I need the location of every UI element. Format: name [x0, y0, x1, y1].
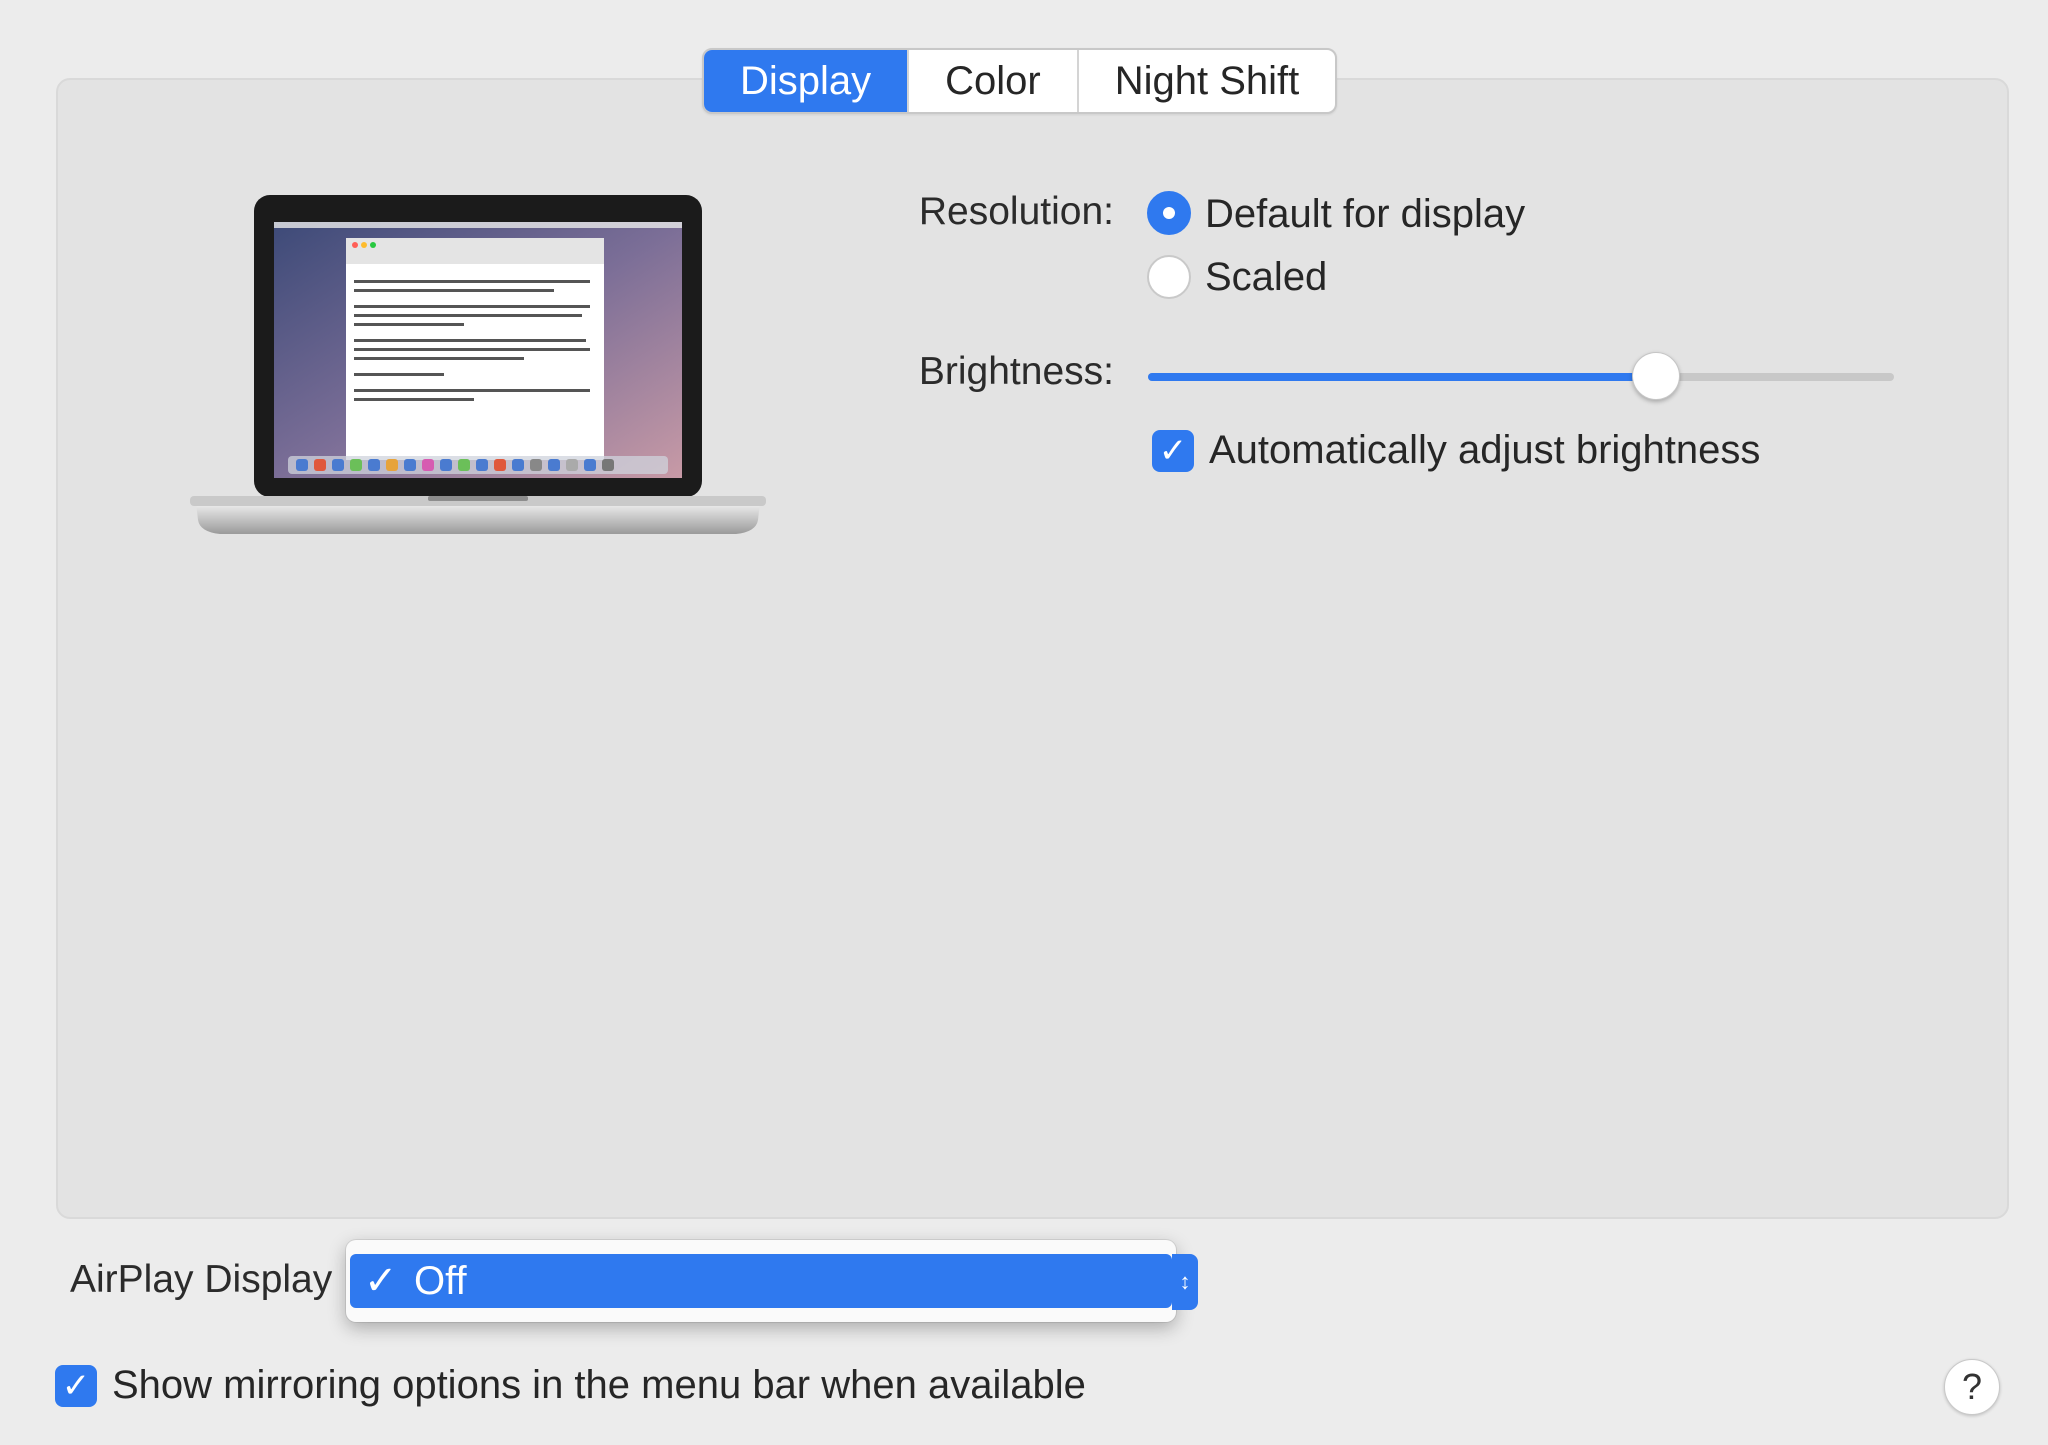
radio-default-for-display[interactable] — [1147, 191, 1191, 235]
tab-color[interactable]: Color — [909, 50, 1079, 112]
laptop-preview-icon — [190, 195, 766, 534]
segmented-tab-control: Display Color Night Shift — [702, 48, 1338, 114]
brightness-slider[interactable] — [1148, 352, 1894, 400]
show-mirroring-checkbox[interactable]: ✓ — [55, 1365, 97, 1407]
airplay-display-value: Off — [414, 1259, 467, 1303]
option-default-for-display[interactable]: Default for display — [1205, 192, 1525, 237]
popup-arrows-icon[interactable]: ↕ — [1172, 1254, 1198, 1310]
radio-scaled[interactable] — [1147, 255, 1191, 299]
airplay-display-menu[interactable]: ✓ Off — [346, 1240, 1176, 1322]
help-icon[interactable]: ? — [1944, 1359, 2000, 1415]
resolution-label: Resolution: — [918, 190, 1114, 233]
check-icon: ✓ — [1158, 432, 1188, 470]
option-scaled[interactable]: Scaled — [1205, 255, 1327, 300]
airplay-display-label: AirPlay Display — [70, 1258, 333, 1301]
auto-brightness-label[interactable]: Automatically adjust brightness — [1209, 428, 1760, 473]
menu-item-off[interactable]: ✓ Off — [350, 1254, 1172, 1308]
auto-brightness-checkbox[interactable]: ✓ — [1152, 430, 1194, 472]
show-mirroring-label[interactable]: Show mirroring options in the menu bar w… — [112, 1363, 1086, 1408]
brightness-slider-knob[interactable] — [1632, 352, 1681, 400]
tab-display[interactable]: Display — [704, 50, 910, 112]
tab-night-shift[interactable]: Night Shift — [1079, 50, 1336, 112]
check-icon: ✓ — [61, 1367, 91, 1405]
brightness-slider-fill — [1148, 373, 1656, 381]
brightness-label: Brightness: — [918, 350, 1114, 393]
check-icon: ✓ — [364, 1259, 398, 1303]
